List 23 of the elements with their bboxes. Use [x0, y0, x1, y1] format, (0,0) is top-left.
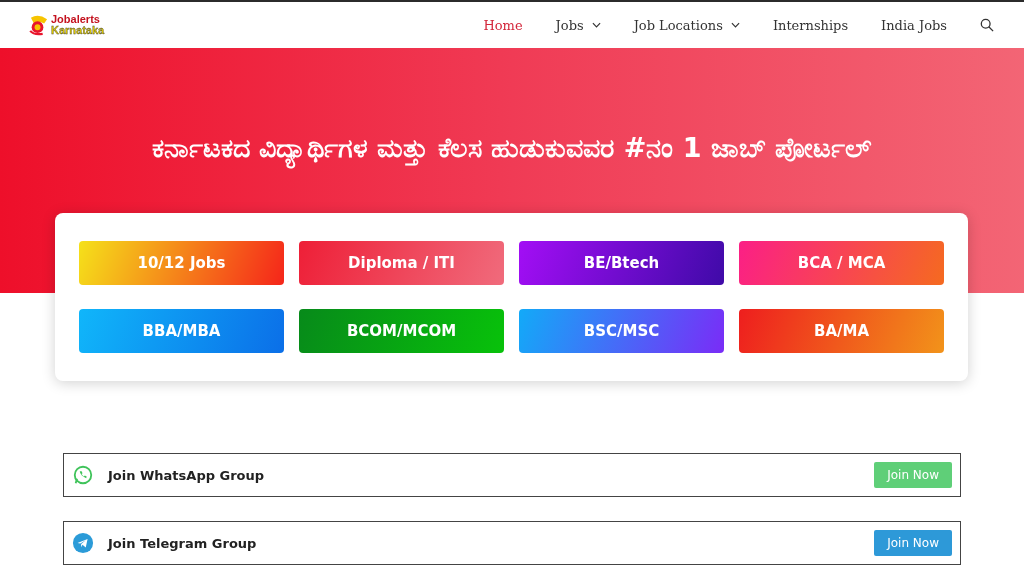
group-label: Join Telegram Group	[108, 535, 258, 551]
nav-link[interactable]: India Jobs	[881, 17, 947, 33]
nav-link[interactable]: Job Locations	[633, 17, 740, 33]
logo-subtext[interactable]: Karnataka	[51, 25, 105, 36]
category-button[interactable]: BE/Btech	[519, 241, 724, 285]
group-label: Join WhatsApp Group	[108, 467, 266, 483]
join-button[interactable]: Join Now	[874, 530, 952, 556]
category-button[interactable]: Diploma / ITI	[299, 241, 504, 285]
chat-bubble-icon	[72, 464, 94, 486]
nav-link[interactable]: Jobs	[555, 17, 601, 33]
paper-plane-icon	[72, 532, 94, 554]
category-button[interactable]: BBA/MBA	[79, 309, 284, 353]
hero-title: ಕರ್ನಾಟಕದ ವಿದ್ಯಾರ್ಥಿಗಳ ಮತ್ತು ಕೆಲಸ ಹುಡುಕುವವರ #ನಂ 1 ಜಾಬ್ ಪೋರ್ಟಲ್	[151, 124, 873, 172]
category-button[interactable]: BSC/MSC	[519, 309, 724, 353]
search-icon[interactable]	[980, 18, 994, 32]
logo-text[interactable]: Jobalerts	[51, 14, 105, 25]
category-button[interactable]: BCA / MCA	[739, 241, 944, 285]
category-button[interactable]: 10/12 Jobs	[79, 241, 284, 285]
nav-link[interactable]: Home	[483, 17, 523, 33]
join-button[interactable]: Join Now	[874, 462, 952, 488]
category-button[interactable]: BCOM/MCOM	[299, 309, 504, 353]
nav-link[interactable]: Internships	[772, 17, 849, 33]
category-button[interactable]: BA/MA	[739, 309, 944, 353]
